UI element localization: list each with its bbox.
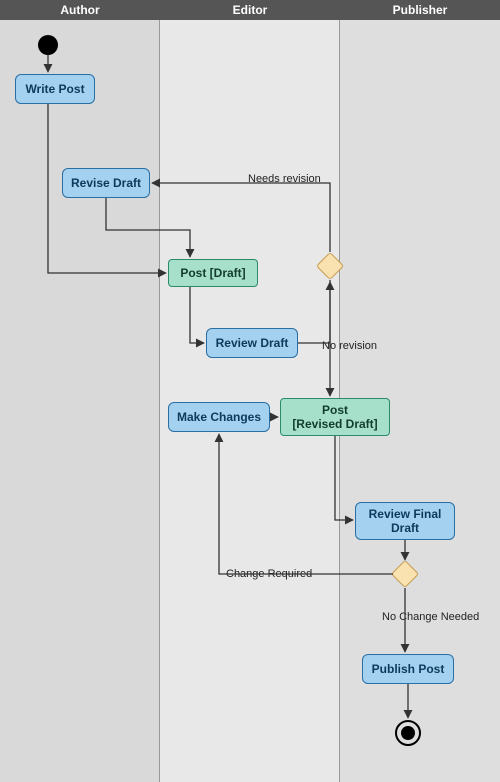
activity-revise-draft: Revise Draft [62,168,150,198]
edge-label-no-change-needed: No Change Needed [382,611,479,623]
activity-publish-post: Publish Post [362,654,454,684]
activity-write-post: Write Post [15,74,95,104]
edge-label-needs-revision: Needs revision [248,173,321,185]
start-node [38,35,58,55]
activity-make-changes: Make Changes [168,402,270,432]
lane-header-author: Author [0,0,160,20]
lane-header-publisher: Publisher [340,0,500,20]
activity-review-final: Review Final Draft [355,502,455,540]
activity-diagram: Author Editor Publisher Write Post Revis… [0,0,500,782]
activity-review-draft: Review Draft [206,328,298,358]
lane-author [0,0,160,782]
end-node [395,720,421,746]
end-node-inner [401,726,415,740]
edge-label-change-required: Change Required [226,568,312,580]
edge-label-no-revision: No revision [322,340,377,352]
lane-header-editor: Editor [160,0,340,20]
lane-editor [160,0,340,782]
object-post-draft: Post [Draft] [168,259,258,287]
object-post-revised: Post [Revised Draft] [280,398,390,436]
